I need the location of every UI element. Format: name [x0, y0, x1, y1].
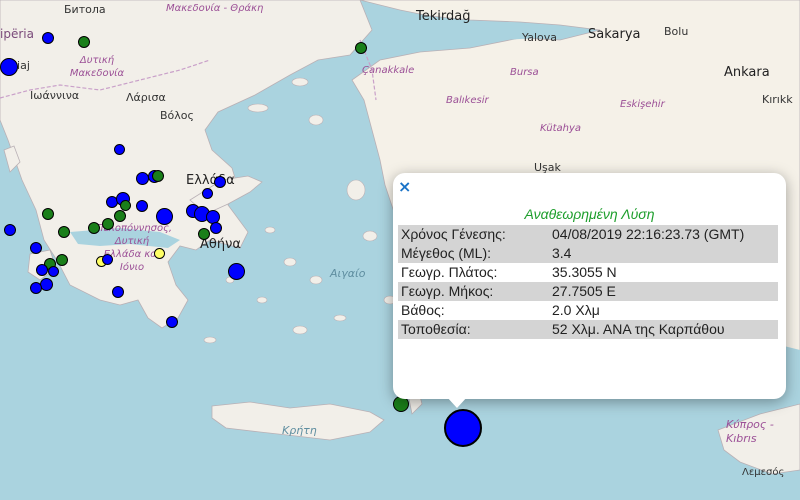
map-canvas[interactable]: Битола Μακεδονία - Θράκη Δυτική Μακεδονί… — [0, 0, 800, 500]
row-label: Τοποθεσία: — [398, 320, 549, 339]
row-label: Χρόνος Γένεσης: — [398, 225, 549, 244]
quake-marker-blue[interactable] — [214, 176, 226, 188]
table-row: Βάθος: 2.0 Χλμ — [398, 301, 778, 320]
quake-marker-epicenter[interactable] — [444, 409, 482, 447]
row-value: 2.0 Χλμ — [552, 302, 600, 318]
row-value: 35.3055 N — [552, 264, 617, 280]
label-larisa: Λάρισα — [126, 91, 166, 104]
table-row: Μέγεθος (ML): 3.4 — [398, 244, 778, 263]
close-icon[interactable]: × — [398, 177, 411, 196]
row-label: Γεωγρ. Πλάτος: — [401, 264, 498, 280]
quake-marker-blue[interactable] — [114, 144, 125, 155]
label-lemesos: Λεμεσός — [742, 467, 785, 478]
quake-marker-blue[interactable] — [30, 282, 42, 294]
earthquake-details-table: Χρόνος Γένεσης: 04/08/2019 22:16:23.73 (… — [398, 225, 778, 339]
quake-marker-green[interactable] — [114, 210, 126, 222]
label-bursa: Bursa — [510, 67, 539, 78]
label-ioannina: Ιωάννινα — [30, 89, 80, 102]
row-label: Γεωγρ. Μήκος: — [398, 282, 549, 301]
row-value: 52 Χλμ. ΑΝΑ της Καρπάθου — [549, 320, 778, 339]
label-balikesir: Balıkesir — [446, 95, 489, 106]
label-makedonia-thraki: Μακεδονία - Θράκη — [166, 3, 264, 14]
quake-marker-green[interactable] — [58, 226, 70, 238]
quake-marker-blue[interactable] — [40, 278, 53, 291]
quake-marker-blue[interactable] — [0, 58, 18, 76]
quake-marker-blue[interactable] — [102, 254, 113, 265]
label-kypros: Κύπρος - Kıbrıs — [726, 418, 774, 445]
quake-marker-green[interactable] — [355, 42, 367, 54]
quake-marker-green[interactable] — [88, 222, 100, 234]
label-ipiros-partial: ipëria — [0, 27, 34, 41]
label-ellada: Ελλάδα — [186, 173, 235, 188]
quake-marker-blue[interactable] — [30, 242, 42, 254]
quake-marker-blue[interactable] — [136, 172, 149, 185]
quake-marker-green[interactable] — [198, 228, 210, 240]
quake-marker-blue[interactable] — [48, 266, 59, 277]
row-label: Βάθος: — [401, 302, 445, 318]
label-eskisehir: Eskişehir — [620, 99, 665, 110]
label-tekirdag: Tekirdağ — [416, 9, 471, 24]
quake-marker-green[interactable] — [56, 254, 68, 266]
popup-title: Αναθεωρημένη Λύση — [524, 206, 655, 222]
label-volos: Βόλος — [160, 109, 194, 122]
popup-pointer — [446, 396, 468, 408]
label-athina: Αθήνα — [200, 237, 241, 252]
table-row: Γεωγρ. Πλάτος: 35.3055 N — [398, 263, 778, 282]
label-ankara: Ankara — [724, 65, 770, 80]
label-aigaio: Αιγαίο — [330, 267, 366, 280]
quake-marker-green[interactable] — [152, 170, 164, 182]
label-kutahya: Kütahya — [540, 123, 582, 134]
label-kriti: Κρήτη — [282, 424, 317, 437]
label-bitola: Битола — [64, 3, 106, 16]
quake-marker-blue[interactable] — [228, 263, 245, 280]
quake-marker-green[interactable] — [78, 36, 90, 48]
quake-marker-blue[interactable] — [202, 188, 213, 199]
quake-marker-yellow[interactable] — [154, 248, 165, 259]
label-kirikkale: Kırıkk — [762, 93, 793, 106]
quake-marker-green[interactable] — [102, 218, 114, 230]
row-value: 3.4 — [549, 244, 778, 263]
row-label: Μέγεθος (ML): — [398, 244, 549, 263]
quake-marker-blue[interactable] — [4, 224, 16, 236]
quake-marker-blue[interactable] — [136, 200, 148, 212]
row-value: 27.7505 E — [549, 282, 778, 301]
label-dytiki-makedonia: Δυτική Μακεδονία — [69, 55, 125, 79]
earthquake-info-popup: × Αναθεωρημένη Λύση Χρόνος Γένεσης: 04/0… — [393, 173, 786, 399]
quake-marker-blue[interactable] — [166, 316, 178, 328]
label-yalova: Yalova — [522, 31, 557, 44]
quake-marker-blue[interactable] — [112, 286, 124, 298]
label-bolu: Bolu — [664, 25, 689, 38]
table-row: Γεωγρ. Μήκος: 27.7505 E — [398, 282, 778, 301]
label-canakkale: Çanakkale — [362, 65, 415, 76]
quake-marker-blue[interactable] — [42, 32, 54, 44]
label-usak: Uşak — [534, 161, 561, 174]
quake-marker-blue[interactable] — [156, 208, 173, 225]
row-value: 04/08/2019 22:16:23.73 (GMT) — [549, 225, 778, 244]
table-row: Χρόνος Γένεσης: 04/08/2019 22:16:23.73 (… — [398, 225, 778, 244]
quake-marker-blue[interactable] — [210, 222, 222, 234]
quake-marker-green[interactable] — [42, 208, 54, 220]
label-sakarya: Sakarya — [588, 27, 641, 42]
quake-marker-blue[interactable] — [36, 264, 48, 276]
table-row: Τοποθεσία: 52 Χλμ. ΑΝΑ της Καρπάθου — [398, 320, 778, 339]
